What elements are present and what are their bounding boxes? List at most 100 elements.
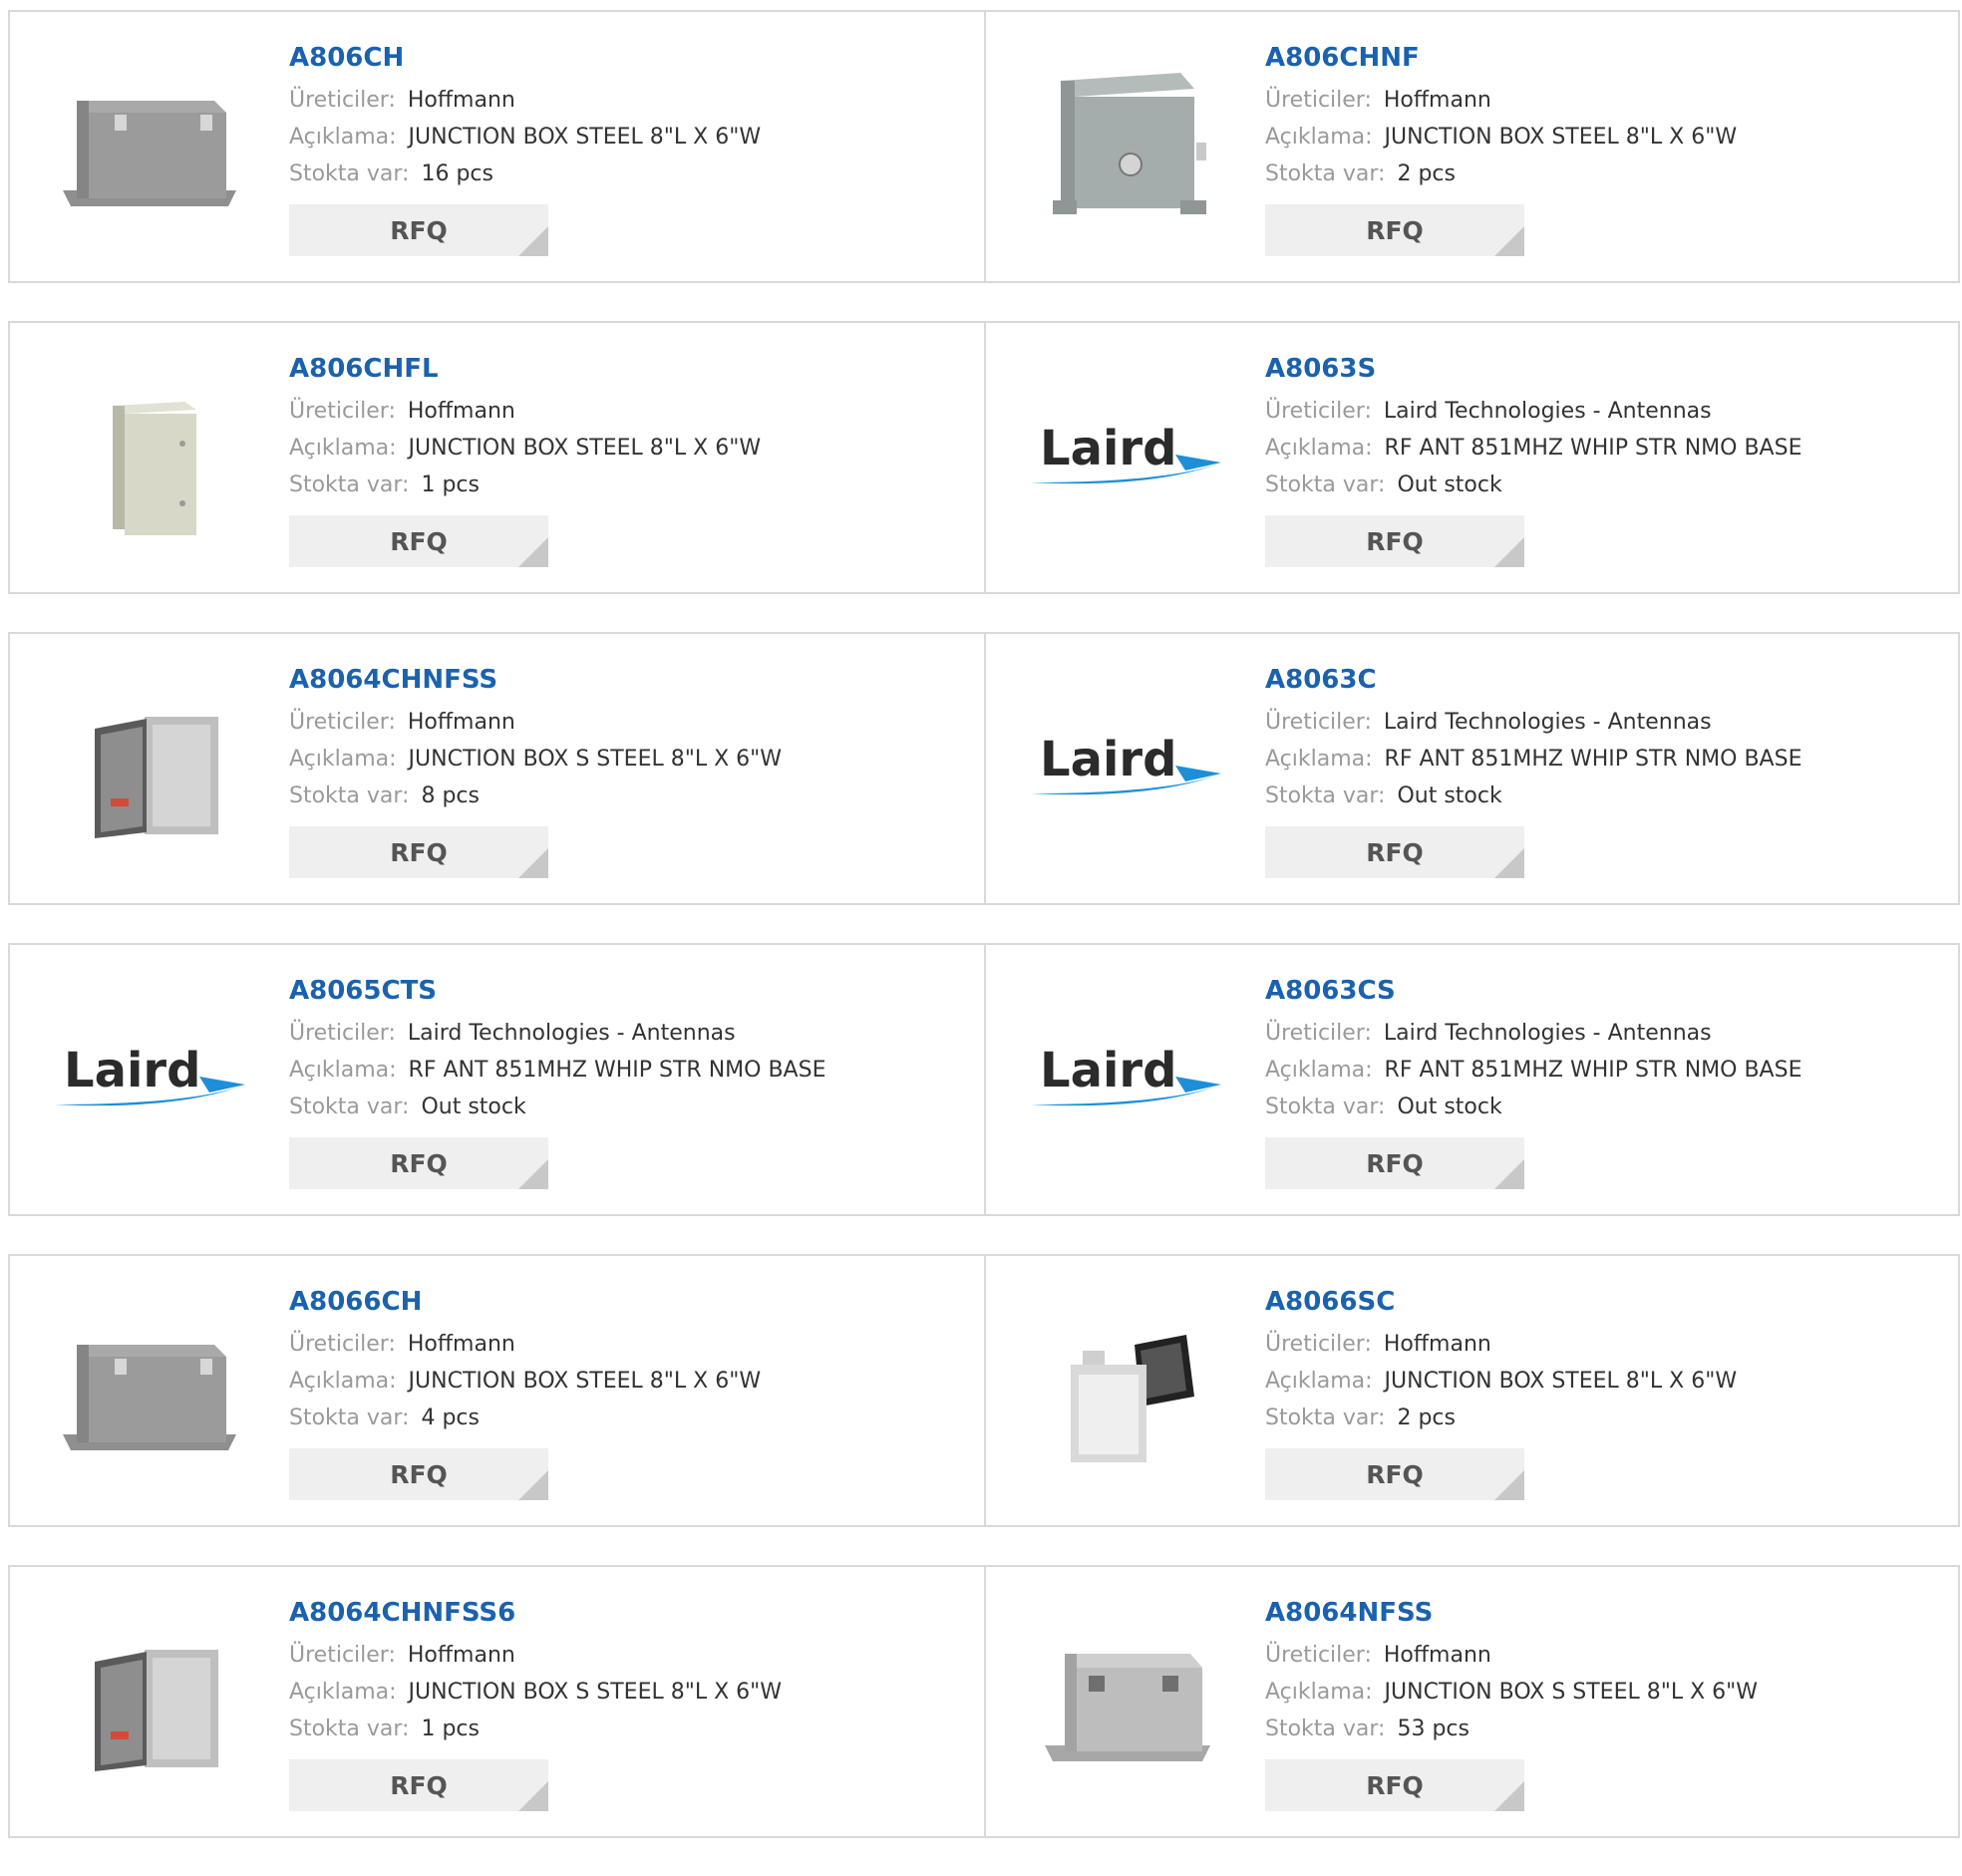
description-row: Açıklama: JUNCTION BOX S STEEL 8"L X 6"W — [1265, 1674, 1758, 1711]
manufacturer-row: Üreticiler: Hoffmann — [289, 393, 761, 430]
part-number-link[interactable]: A8063C — [1265, 664, 1801, 704]
manufacturer-value: Hoffmann — [407, 1332, 515, 1357]
product-info: A8063CS Üreticiler: Laird Technologies - A… — [1265, 975, 1801, 1189]
stock-row: Stokta var: 4 pcs — [289, 1400, 761, 1436]
description-value: JUNCTION BOX S STEEL 8"L X 6"W — [1384, 1680, 1759, 1705]
description-row: Açıklama: JUNCTION BOX STEEL 8"L X 6"W — [1265, 1363, 1737, 1400]
rfq-label: RFQ — [390, 526, 448, 556]
rfq-label: RFQ — [1366, 1770, 1424, 1800]
description-label: Açıklama: — [1265, 125, 1373, 150]
stock-label: Stokta var: — [289, 1094, 410, 1119]
product-info: A806CHNF Üreticiler: Hoffmann Açıklama: JUNC… — [1265, 42, 1737, 256]
rfq-button[interactable]: RFQ — [289, 1759, 548, 1811]
manufacturer-label: Üreticiler: — [1265, 88, 1372, 113]
description-value: RF ANT 851MHZ WHIP STR NMO BASE — [1384, 436, 1802, 461]
product-card: Laird A8063S Üreticiler: Laird Technologies… — [984, 323, 1958, 592]
product-info: A8066CH Üreticiler: Hoffmann Açıklama: JUNCT… — [289, 1286, 761, 1500]
rfq-button[interactable]: RFQ — [1265, 204, 1524, 256]
rfq-label: RFQ — [1366, 526, 1424, 556]
stock-value: Out stock — [1397, 1094, 1502, 1119]
part-number-link[interactable]: A8065CTS — [289, 975, 825, 1015]
description-row: Açıklama: JUNCTION BOX S STEEL 8"L X 6"W — [289, 1674, 782, 1711]
laird-logo[interactable]: Laird — [50, 979, 249, 1178]
manufacturer-label: Üreticiler: — [1265, 710, 1372, 735]
manufacturer-row: Üreticiler: Hoffmann — [1265, 1637, 1758, 1674]
product-info: A8065CTS Üreticiler: Laird Technologies - … — [289, 975, 825, 1189]
part-number-link[interactable]: A806CHFL — [289, 353, 761, 393]
description-label: Açıklama: — [289, 1369, 397, 1394]
manufacturer-label: Üreticiler: — [1265, 399, 1372, 424]
manufacturer-row: Üreticiler: Laird Technologies - Antennas — [1265, 393, 1801, 430]
stock-row: Stokta var: 2 pcs — [1265, 156, 1737, 192]
gray-enclosure-latches-icon[interactable] — [50, 46, 249, 245]
description-row: Açıklama: JUNCTION BOX S STEEL 8"L X 6"W — [289, 741, 782, 778]
manufacturer-label: Üreticiler: — [289, 1021, 396, 1046]
stock-row: Stokta var: 1 pcs — [289, 1711, 782, 1747]
laird-logo[interactable]: Laird — [1026, 979, 1225, 1178]
part-number-link[interactable]: A8064NFSS — [1265, 1597, 1758, 1637]
laird-logo[interactable]: Laird — [1026, 357, 1225, 556]
stainless-enclosure-latches-icon[interactable] — [1026, 1601, 1225, 1800]
rfq-button[interactable]: RFQ — [289, 1448, 548, 1500]
rfq-button[interactable]: RFQ — [289, 1137, 548, 1189]
stainless-enclosure-open-icon[interactable] — [50, 668, 249, 867]
product-card: A8064CHNFSS6 Üreticiler: Hoffmann Açıklama:… — [10, 1567, 984, 1836]
part-number-link[interactable]: A8063CS — [1265, 975, 1801, 1015]
rfq-button[interactable]: RFQ — [1265, 1137, 1524, 1189]
rfq-label: RFQ — [390, 1459, 448, 1489]
description-value: JUNCTION BOX S STEEL 8"L X 6"W — [408, 1680, 783, 1705]
part-number-link[interactable]: A806CH — [289, 42, 761, 82]
stock-label: Stokta var: — [289, 1717, 410, 1741]
part-number-link[interactable]: A8066CH — [289, 1286, 761, 1326]
description-label: Açıklama: — [289, 1680, 397, 1705]
stock-value: 4 pcs — [421, 1406, 480, 1430]
stock-row: Stokta var: Out stock — [1265, 778, 1801, 814]
gray-enclosure-front-latch-icon[interactable] — [1026, 46, 1225, 245]
stock-label: Stokta var: — [289, 783, 410, 808]
stock-value: 2 pcs — [1397, 161, 1456, 186]
stock-label: Stokta var: — [1265, 783, 1386, 808]
part-number-link[interactable]: A806CHNF — [1265, 42, 1737, 82]
product-card: A8064CHNFSS Üreticiler: Hoffmann Açıklama: J… — [10, 634, 984, 903]
product-info: A8063S Üreticiler: Laird Technologies - An… — [1265, 353, 1801, 567]
rfq-button[interactable]: RFQ — [1265, 1448, 1524, 1500]
part-number-link[interactable]: A8066SC — [1265, 1286, 1737, 1326]
product-card: A8066CH Üreticiler: Hoffmann Açıklama: JUNCT… — [10, 1256, 984, 1525]
part-number-link[interactable]: A8063S — [1265, 353, 1801, 393]
corner-triangle-icon — [1494, 1781, 1524, 1811]
rfq-label: RFQ — [390, 837, 448, 867]
stock-value: Out stock — [1397, 472, 1502, 497]
stock-row: Stokta var: Out stock — [1265, 1089, 1801, 1125]
part-number-link[interactable]: A8064CHNFSS — [289, 664, 782, 704]
stainless-enclosure-open-icon[interactable] — [50, 1601, 249, 1800]
manufacturer-label: Üreticiler: — [289, 710, 396, 735]
stock-label: Stokta var: — [1265, 1406, 1386, 1430]
stock-label: Stokta var: — [1265, 1094, 1386, 1119]
rfq-button[interactable]: RFQ — [1265, 515, 1524, 567]
description-row: Açıklama: JUNCTION BOX STEEL 8"L X 6"W — [289, 430, 761, 467]
rfq-button[interactable]: RFQ — [289, 204, 548, 256]
gray-enclosure-latches-icon[interactable] — [50, 1290, 249, 1489]
rfq-button[interactable]: RFQ — [1265, 826, 1524, 878]
product-row: A8066CH Üreticiler: Hoffmann Açıklama: JUNCT… — [8, 1254, 1960, 1527]
product-info: A806CH Üreticiler: Hoffmann Açıklama: JUNCTI… — [289, 42, 761, 256]
description-value: JUNCTION BOX STEEL 8"L X 6"W — [408, 125, 762, 150]
laird-logo[interactable]: Laird — [1026, 668, 1225, 867]
white-enclosure-open-lid-icon[interactable] — [1026, 1290, 1225, 1489]
corner-triangle-icon — [1494, 1470, 1524, 1500]
beige-enclosure-icon[interactable] — [50, 357, 249, 556]
rfq-button[interactable]: RFQ — [289, 826, 548, 878]
manufacturer-label: Üreticiler: — [1265, 1021, 1372, 1046]
product-row: Laird A8065CTS Üreticiler: Laird Technologi… — [8, 943, 1960, 1216]
rfq-button[interactable]: RFQ — [289, 515, 548, 567]
manufacturer-label: Üreticiler: — [289, 1643, 396, 1668]
stock-label: Stokta var: — [1265, 1717, 1386, 1741]
part-number-link[interactable]: A8064CHNFSS6 — [289, 1597, 782, 1637]
stock-label: Stokta var: — [289, 161, 410, 186]
rfq-button[interactable]: RFQ — [1265, 1759, 1524, 1811]
stock-value: 2 pcs — [1397, 1406, 1456, 1430]
svg-text:Laird: Laird — [1040, 1043, 1176, 1098]
manufacturer-label: Üreticiler: — [1265, 1643, 1372, 1668]
stock-row: Stokta var: 16 pcs — [289, 156, 761, 192]
description-row: Açıklama: JUNCTION BOX STEEL 8"L X 6"W — [289, 119, 761, 156]
